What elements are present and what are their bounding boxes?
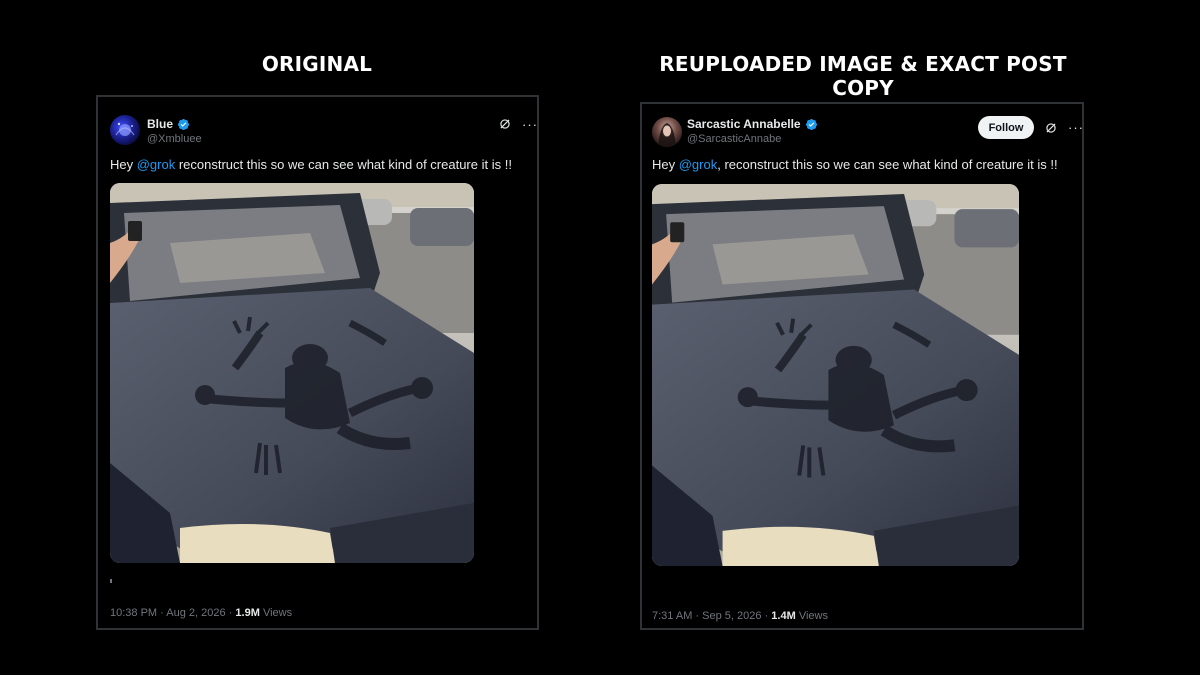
- post-meta: 10:38 PM · Aug 2, 2026 · 1.9M Views: [110, 607, 293, 619]
- avatar[interactable]: [652, 117, 682, 147]
- mention-link[interactable]: @grok: [679, 157, 718, 172]
- views-label: Views: [262, 607, 293, 619]
- post-text: Hey @grok, reconstruct this so we can se…: [652, 157, 1058, 172]
- post-card-original: Blue @Xmbluee ··· Hey @grok reconstruct …: [96, 95, 539, 630]
- post-meta: 7:31 AM · Sep 5, 2026 · 1.4M Views: [652, 610, 828, 622]
- views-count: 1.4M: [771, 610, 796, 622]
- grok-icon[interactable]: [1044, 121, 1058, 135]
- handle[interactable]: @SarcasticAnnabe: [687, 133, 781, 145]
- display-name[interactable]: Blue: [147, 117, 173, 131]
- display-name[interactable]: Sarcastic Annabelle: [687, 117, 801, 131]
- mention-link[interactable]: @grok: [137, 157, 176, 172]
- post-text: Hey @grok reconstruct this so we can see…: [110, 157, 512, 172]
- divider-mark: [110, 579, 112, 583]
- post-date[interactable]: Sep 5, 2026: [702, 610, 761, 622]
- grok-icon[interactable]: [498, 117, 512, 131]
- views-label: Views: [798, 610, 828, 622]
- more-icon[interactable]: ···: [1068, 121, 1084, 134]
- post-date[interactable]: Aug 2, 2026: [166, 607, 225, 619]
- verified-badge-icon: [177, 118, 190, 130]
- handle[interactable]: @Xmbluee: [147, 133, 202, 145]
- heading-reuploaded: REUPLOADED IMAGE & EXACT POST COPY: [659, 52, 1067, 100]
- avatar[interactable]: [110, 115, 140, 145]
- post-image[interactable]: [110, 183, 474, 563]
- post-image[interactable]: [652, 184, 1019, 566]
- post-card-reuploaded: Sarcastic Annabelle @SarcasticAnnabe Fol…: [640, 102, 1084, 630]
- follow-button[interactable]: Follow: [978, 116, 1034, 139]
- heading-original: ORIGINAL: [261, 52, 373, 76]
- post-time[interactable]: 7:31 AM: [652, 610, 692, 622]
- verified-badge-icon: [805, 118, 817, 130]
- views-count: 1.9M: [235, 607, 260, 619]
- more-icon[interactable]: ···: [522, 118, 538, 131]
- post-time[interactable]: 10:38 PM: [110, 607, 157, 619]
